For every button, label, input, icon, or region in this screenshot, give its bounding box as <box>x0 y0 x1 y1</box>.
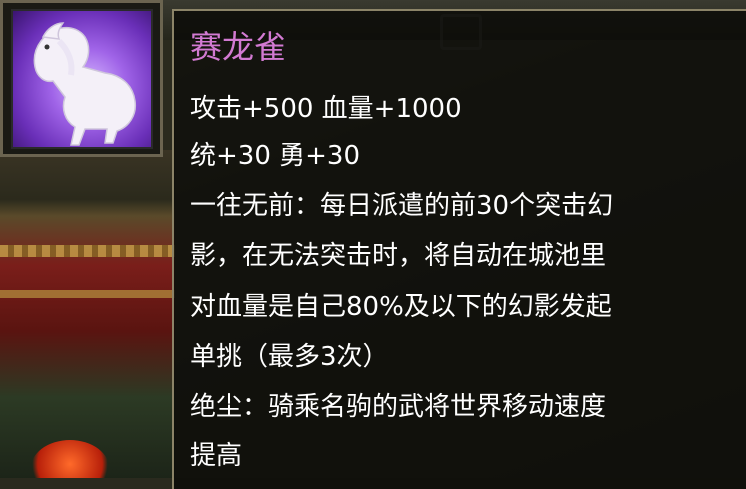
item-name: 赛龙雀 <box>190 28 287 66</box>
left-panel-background <box>0 150 175 478</box>
skill-description: 提高 <box>190 441 243 471</box>
item-portrait[interactable] <box>0 0 163 157</box>
skill-description: 绝尘：骑乘名驹的武将世界移动速度 <box>190 392 607 422</box>
item-tooltip: 赛龙雀 攻击+500 血量+1000 统+30 勇+30 一往无前：每日派遣的前… <box>172 9 746 489</box>
skill-description: 一往无前：每日派遣的前30个突击幻 <box>190 191 614 221</box>
decorative-band <box>0 290 175 298</box>
item-stats: 攻击+500 血量+1000 <box>190 94 462 124</box>
skill-description: 对血量是自己80%及以下的幻影发起 <box>190 292 612 322</box>
white-horse-icon <box>11 9 153 149</box>
item-stats: 统+30 勇+30 <box>190 141 361 171</box>
skill-description: 影，在无法突击时，将自动在城池里 <box>190 241 607 271</box>
skill-description: 单挑（最多3次） <box>190 342 389 372</box>
decorative-band <box>0 245 175 257</box>
